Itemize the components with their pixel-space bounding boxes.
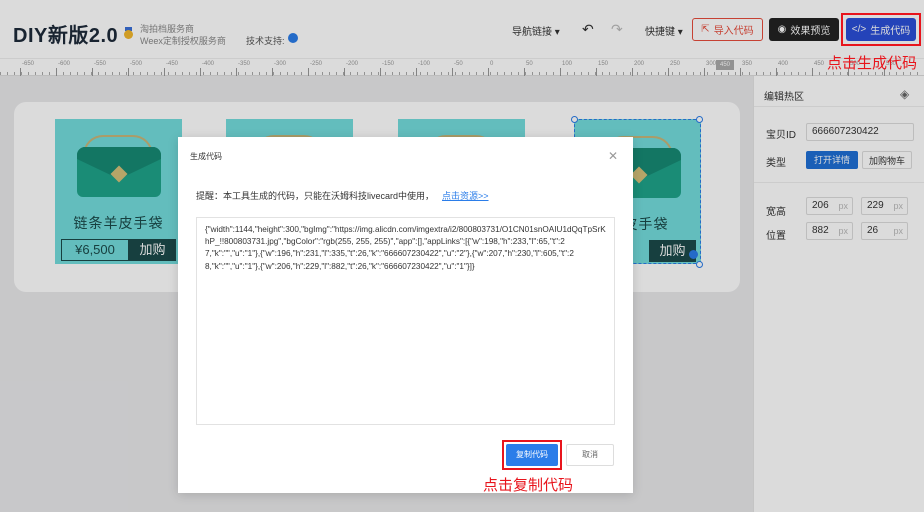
generate-button-highlight: [841, 13, 921, 46]
notice-text: 提醒：本工具生成的代码，只能在沃姆科技livecard中使用，: [196, 191, 435, 201]
code-output-textarea[interactable]: {"width":1144,"height":300,"bgImg":"http…: [196, 217, 615, 425]
copy-button-highlight: [502, 440, 562, 470]
cancel-button[interactable]: 取消: [566, 444, 614, 466]
close-icon[interactable]: ✕: [608, 149, 618, 163]
dialog-notice: 提醒：本工具生成的代码，只能在沃姆科技livecard中使用， 点击资源>>: [196, 189, 489, 202]
copy-annotation: 点击复制代码: [483, 477, 574, 494]
generate-annotation: 点击生成代码: [827, 55, 918, 72]
generate-code-dialog: 生成代码 ✕ 提醒：本工具生成的代码，只能在沃姆科技livecard中使用， 点击…: [178, 137, 633, 493]
dialog-title: 生成代码: [190, 152, 222, 161]
resource-link[interactable]: 点击资源>>: [442, 191, 489, 201]
